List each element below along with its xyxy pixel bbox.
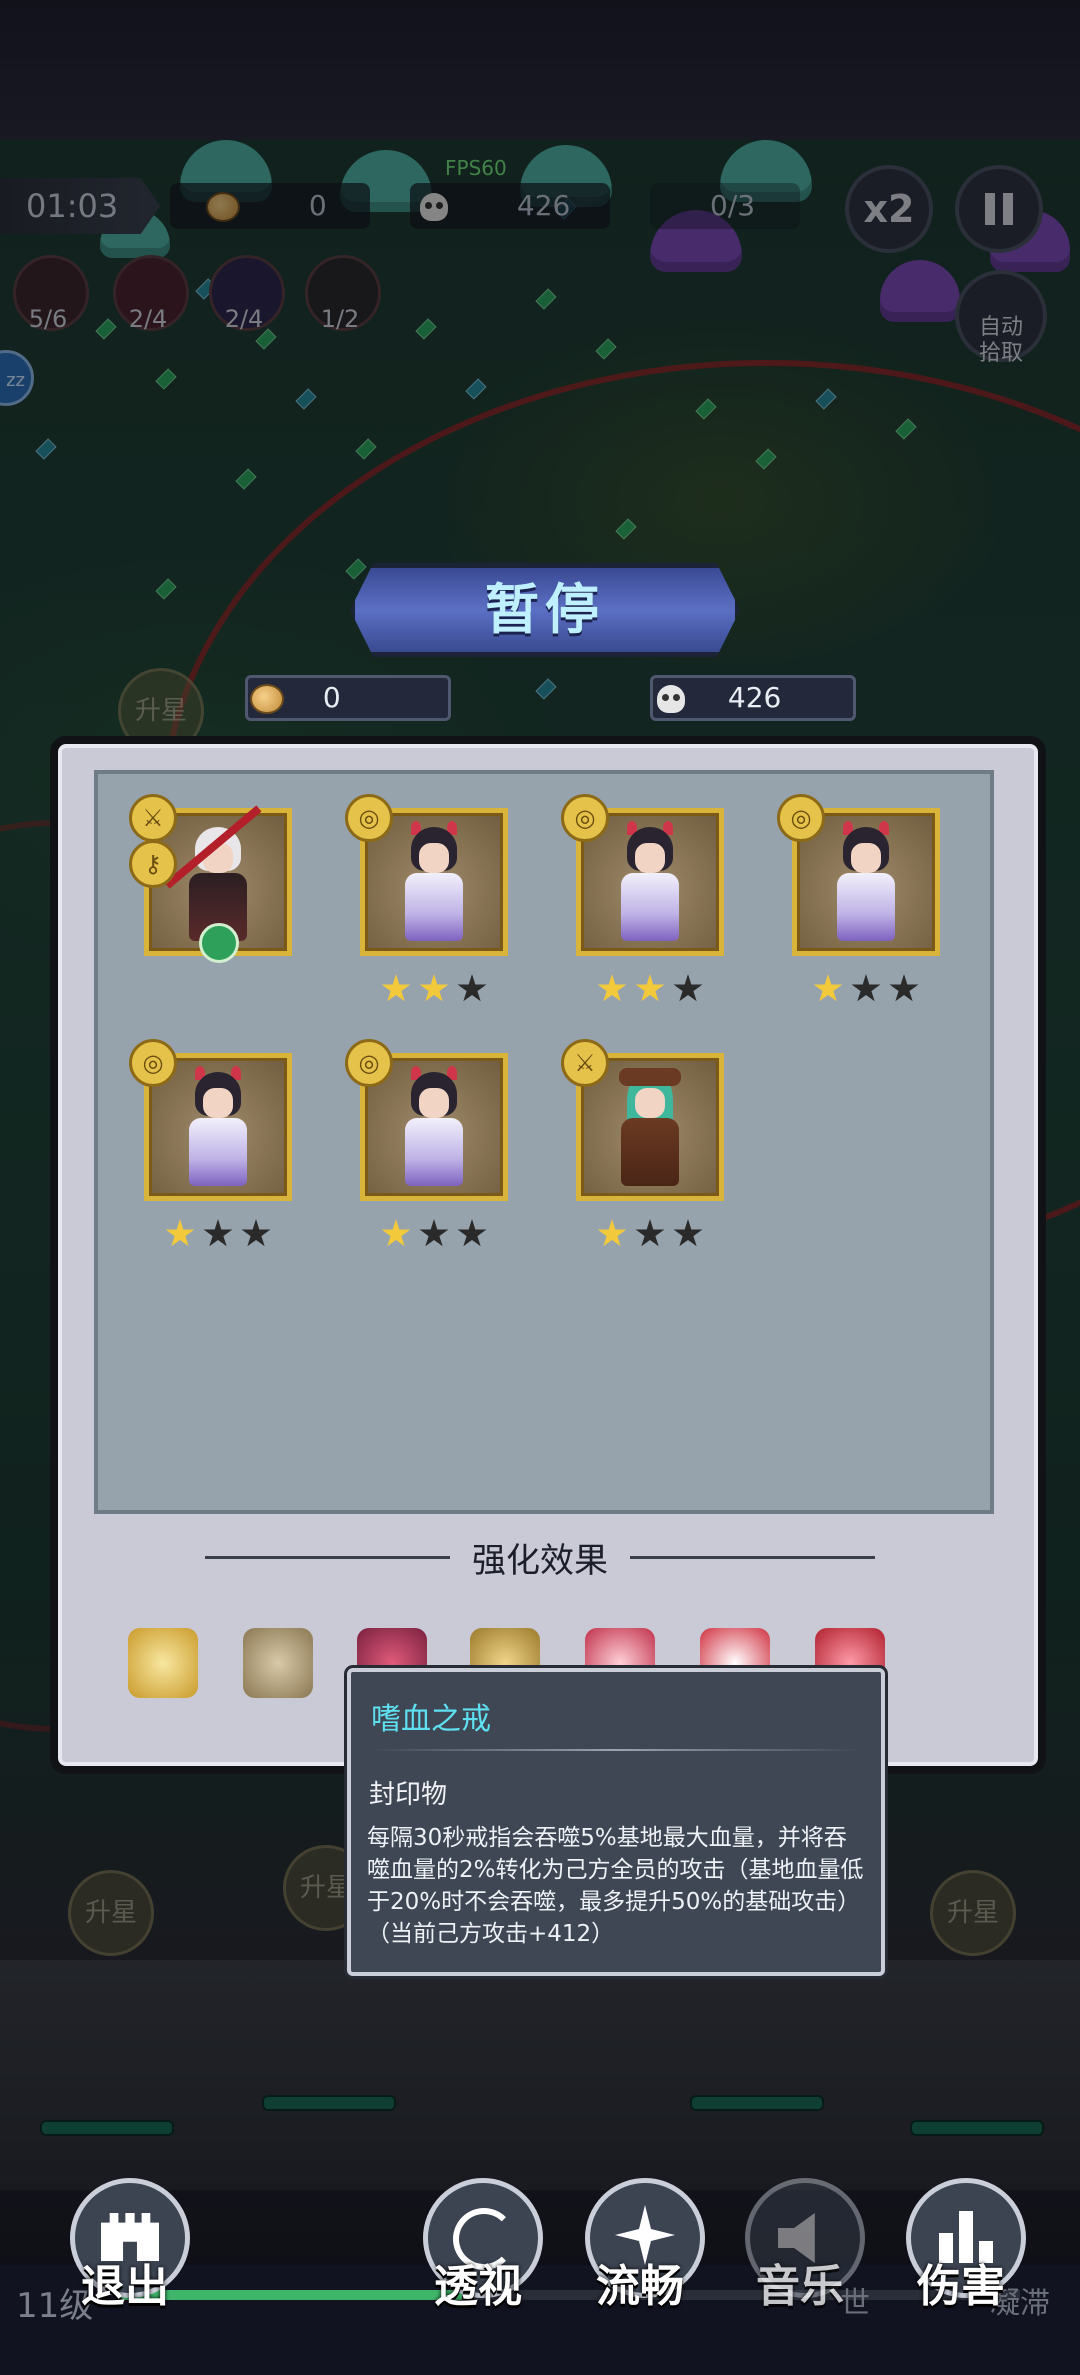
demon-hero-sprite xyxy=(831,821,901,941)
key-badge-icon: ⚷ xyxy=(129,840,177,888)
star-icon xyxy=(419,974,449,1002)
section-divider-left xyxy=(205,1556,450,1559)
pause-kill-box: 426 xyxy=(650,675,856,721)
hero-stars-2 xyxy=(360,974,508,1008)
item-tooltip: 嗜血之戒 封印物 每隔30秒戒指会吞噬5%基地最大血量，并将吞噬血量的2%转化为… xyxy=(347,1668,885,1976)
star-icon xyxy=(381,1219,411,1247)
swirl-badge-icon: ◎ xyxy=(345,1039,393,1087)
star-icon xyxy=(597,1219,627,1247)
tooltip-divider xyxy=(371,1749,861,1751)
hero-stars-6 xyxy=(360,1219,508,1253)
damage-label: 伤害 xyxy=(917,2261,1005,2312)
hero-stars-3 xyxy=(576,974,724,1008)
star-empty-icon xyxy=(889,974,919,1002)
tooltip-description: 每隔30秒戒指会吞噬5%基地最大血量，并将吞噬血量的2%转化为己方全员的攻击（基… xyxy=(367,1825,864,1947)
section-divider-right xyxy=(630,1556,875,1559)
star-empty-icon xyxy=(851,974,881,1002)
star-empty-icon xyxy=(203,1219,233,1247)
shield-cross-icon[interactable] xyxy=(128,1628,198,1698)
crossbow-icon[interactable] xyxy=(243,1628,313,1698)
swirl-badge-icon: ◎ xyxy=(777,794,825,842)
coin-icon xyxy=(250,684,284,714)
swirl-badge-icon: ◎ xyxy=(129,1039,177,1087)
demon-hero-sprite xyxy=(399,1066,469,1186)
strengthen-title: 强化效果 xyxy=(472,1541,608,1581)
demon-hero-sprite xyxy=(615,821,685,941)
star-empty-icon xyxy=(419,1219,449,1247)
perspective-label: 透视 xyxy=(434,2261,522,2312)
exit-label: 退出 xyxy=(81,2261,169,2312)
green-rune-icon xyxy=(199,923,239,963)
pause-coin-box: 0 xyxy=(245,675,451,721)
hunter-hero-sprite xyxy=(615,1068,685,1186)
star-empty-icon xyxy=(457,1219,487,1247)
swirl-badge-icon: ◎ xyxy=(561,794,609,842)
pause-banner: 暂停 xyxy=(350,563,740,657)
star-icon xyxy=(635,974,665,1002)
smooth-label: 流畅 xyxy=(596,2261,684,2312)
tooltip-item-type: 封印物 xyxy=(369,1780,448,1810)
star-icon xyxy=(165,1219,195,1247)
star-icon xyxy=(381,974,411,1002)
skull-icon xyxy=(657,685,685,713)
star-empty-icon xyxy=(457,974,487,1002)
hero-stars-7 xyxy=(576,1219,724,1253)
demon-hero-sprite xyxy=(399,821,469,941)
star-empty-icon xyxy=(241,1219,271,1247)
star-icon xyxy=(813,974,843,1002)
sword-badge-icon: ⚔ xyxy=(561,1039,609,1087)
star-empty-icon xyxy=(673,974,703,1002)
sword-badge-icon: ⚔ xyxy=(129,794,177,842)
star-icon xyxy=(597,974,627,1002)
music-label: 音乐 xyxy=(756,2261,844,2312)
swirl-badge-icon: ◎ xyxy=(345,794,393,842)
star-empty-icon xyxy=(673,1219,703,1247)
demon-hero-sprite xyxy=(183,1066,253,1186)
tooltip-item-name: 嗜血之戒 xyxy=(371,1702,491,1737)
pause-title: 暂停 xyxy=(485,578,605,641)
hero-stars-4 xyxy=(792,974,940,1008)
hero-stars-5 xyxy=(144,1219,292,1253)
star-empty-icon xyxy=(635,1219,665,1247)
